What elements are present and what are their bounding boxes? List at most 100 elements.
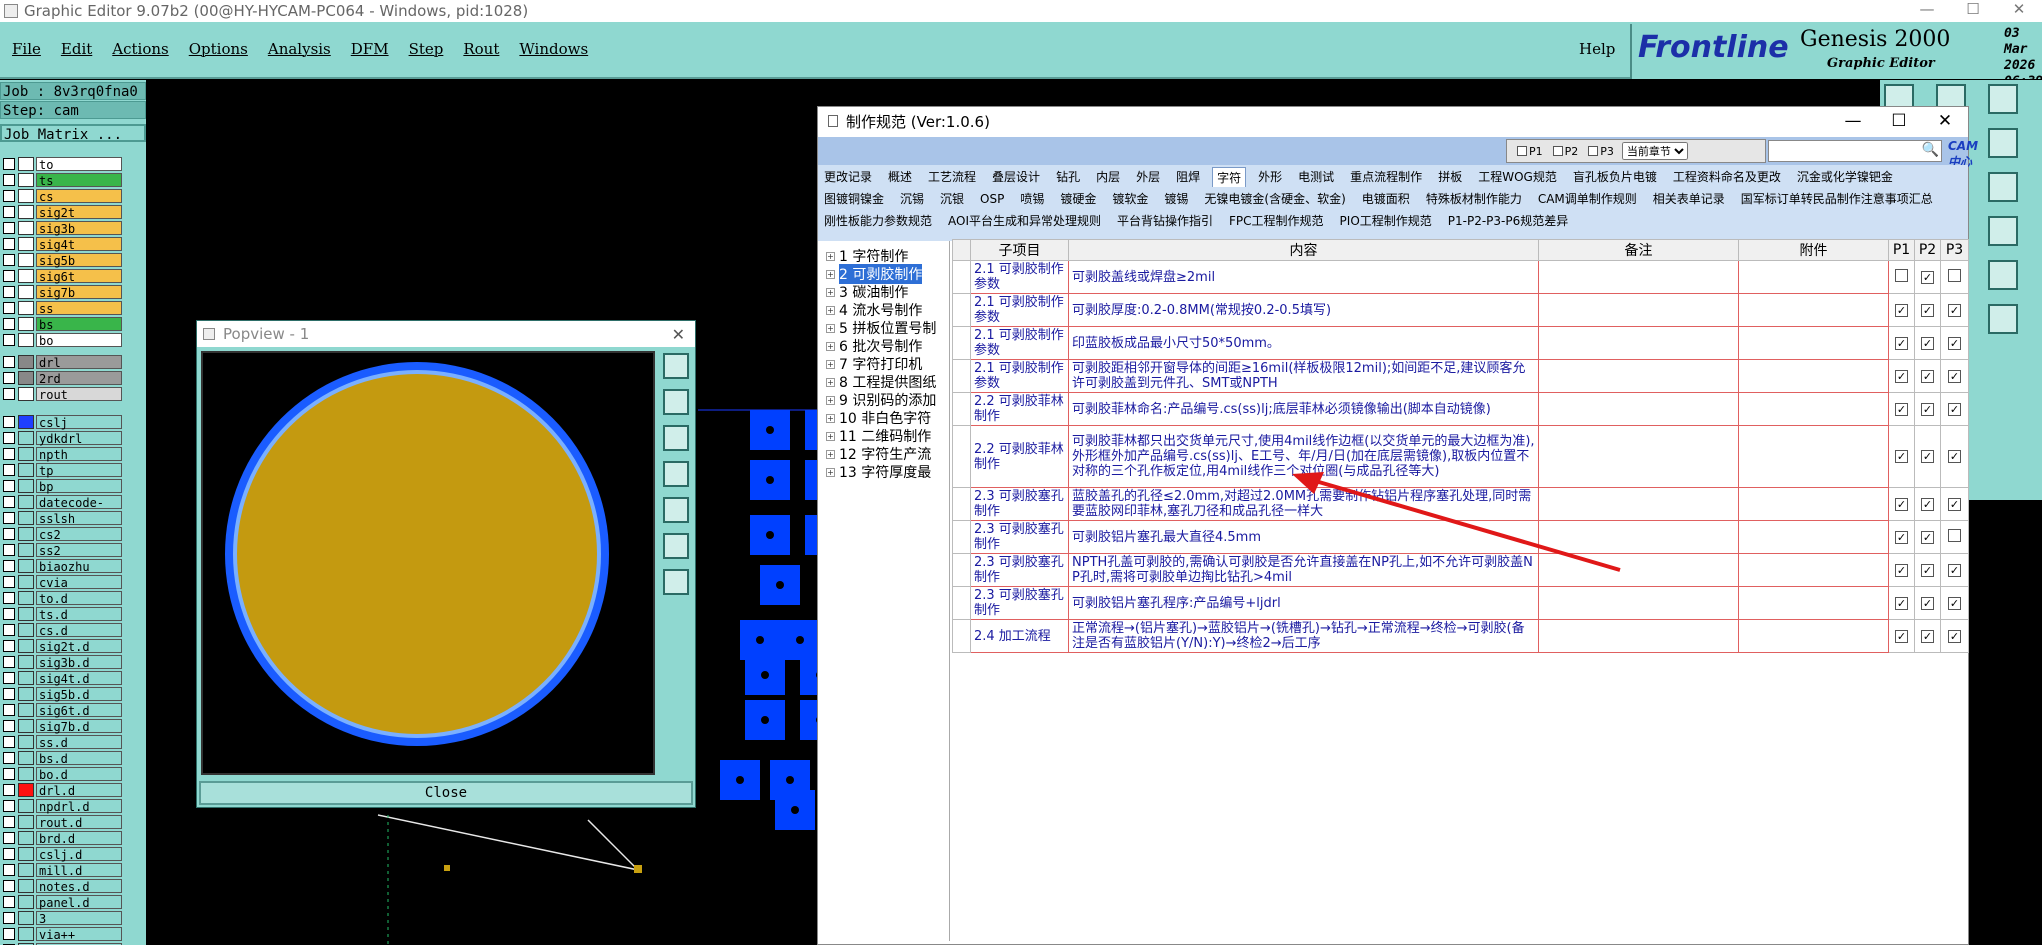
p2-checkbox[interactable]: ✓: [1921, 629, 1934, 643]
dialog-minimize-button[interactable]: —: [1830, 107, 1876, 135]
layer-row[interactable]: 3: [0, 910, 146, 926]
cell-attachment[interactable]: [1738, 520, 1889, 554]
tab-item[interactable]: 工程WOG规范: [1474, 167, 1561, 187]
p2-checkbox[interactable]: ✓: [1921, 270, 1934, 284]
expand-icon[interactable]: +: [826, 395, 835, 405]
popview-close-icon[interactable]: ✕: [672, 325, 685, 344]
layer-checkbox[interactable]: [3, 880, 15, 892]
layer-checkbox[interactable]: [3, 896, 15, 908]
layer-name[interactable]: cs: [36, 189, 122, 204]
tree-node[interactable]: +4 流水号制作: [826, 301, 922, 319]
layer-row[interactable]: to: [0, 156, 146, 172]
p2-checkbox[interactable]: ✓: [1921, 530, 1934, 544]
layer-color-swatch[interactable]: [18, 863, 34, 877]
layer-checkbox[interactable]: [3, 864, 15, 876]
tab-item[interactable]: CAM调单制作规则: [1534, 189, 1641, 209]
home-icon[interactable]: [1988, 84, 2018, 114]
layer-checkbox[interactable]: [3, 356, 15, 368]
cell-remark[interactable]: [1538, 359, 1739, 393]
p1-checkbox[interactable]: ✓: [1895, 497, 1908, 511]
expand-icon[interactable]: +: [826, 431, 835, 441]
layer-name[interactable]: via++: [36, 927, 122, 942]
p2-checkbox[interactable]: ✓: [1921, 402, 1934, 416]
zoom-in-icon[interactable]: [663, 353, 689, 379]
layer-row[interactable]: brd.d: [0, 830, 146, 846]
layer-checkbox[interactable]: [3, 302, 15, 314]
col-content[interactable]: 内容: [1068, 239, 1539, 261]
fullscreen-icon[interactable]: [663, 569, 689, 595]
layer-color-swatch[interactable]: [18, 671, 34, 685]
layer-name[interactable]: npth: [36, 447, 122, 462]
menu-options[interactable]: Options: [189, 40, 248, 58]
row-header[interactable]: [952, 359, 971, 393]
layer-name[interactable]: sig5b: [36, 253, 122, 268]
layer-name[interactable]: rout.d: [36, 815, 122, 830]
table-row[interactable]: 2.1 可剥胶制作参数 可剥胶厚度:0.2-0.8MM(常规按0.2-0.5填写)…: [952, 293, 1969, 327]
expand-icon[interactable]: +: [826, 251, 835, 261]
layer-name[interactable]: bs.d: [36, 751, 122, 766]
measure-icon[interactable]: [1988, 172, 2018, 202]
layer-row[interactable]: bs: [0, 316, 146, 332]
layer-row[interactable]: npdrl.d: [0, 798, 146, 814]
layer-checkbox[interactable]: [3, 190, 15, 202]
layer-color-swatch[interactable]: [18, 639, 34, 653]
layer-checkbox[interactable]: [3, 560, 15, 572]
p1-checkbox[interactable]: [1895, 268, 1908, 282]
layer-checkbox[interactable]: [3, 448, 15, 460]
layer-name[interactable]: to: [36, 157, 122, 172]
layer-color-swatch[interactable]: [18, 847, 34, 861]
layer-row[interactable]: cs2: [0, 526, 146, 542]
expand-icon[interactable]: +: [826, 323, 835, 333]
p1-checkbox[interactable]: ✓: [1895, 450, 1908, 463]
p2-checkbox[interactable]: ✓: [1921, 497, 1934, 511]
layer-color-swatch[interactable]: [18, 783, 34, 797]
prev-icon[interactable]: [663, 497, 689, 523]
close-window-button[interactable]: ✕: [1996, 0, 2042, 22]
tree-node[interactable]: +12 字符生产流: [826, 445, 931, 463]
layer-row[interactable]: sig2t.d: [0, 638, 146, 654]
tab-item[interactable]: 沉银: [936, 189, 968, 209]
layer-checkbox[interactable]: [3, 752, 15, 764]
layer-name[interactable]: cs.d: [36, 623, 122, 638]
layer-row[interactable]: ss2: [0, 542, 146, 558]
layer-name[interactable]: panel.d: [36, 895, 122, 910]
p3-checkbox[interactable]: ✓: [1948, 336, 1961, 350]
layer-color-swatch[interactable]: [18, 799, 34, 813]
tree-node[interactable]: +2 可剥胶制作: [826, 264, 923, 284]
layer-checkbox[interactable]: [3, 270, 15, 282]
layer-name[interactable]: brd.d: [36, 831, 122, 846]
layer-name[interactable]: sig6t.d: [36, 703, 122, 718]
layer-color-swatch[interactable]: [18, 285, 34, 299]
menu-analysis[interactable]: Analysis: [268, 40, 331, 58]
p1-checkbox[interactable]: ✓: [1895, 629, 1908, 643]
layer-row[interactable]: sig5b: [0, 252, 146, 268]
cell-remark[interactable]: [1538, 392, 1739, 426]
layer-checkbox[interactable]: [3, 640, 15, 652]
layer-checkbox[interactable]: [3, 592, 15, 604]
layer-checkbox[interactable]: [3, 334, 15, 346]
layer-row[interactable]: sig5b.d: [0, 686, 146, 702]
layer-row[interactable]: tp: [0, 462, 146, 478]
search-input[interactable]: 🔍: [1768, 140, 1942, 162]
tab-item[interactable]: 平台背钻操作指引: [1113, 211, 1217, 231]
expand-icon[interactable]: +: [826, 269, 835, 279]
expand-icon[interactable]: +: [826, 413, 835, 423]
layer-checkbox[interactable]: [3, 388, 15, 400]
layer-row[interactable]: rout.d: [0, 814, 146, 830]
p2-checkbox[interactable]: ✓: [1921, 596, 1934, 610]
layer-color-swatch[interactable]: [18, 173, 34, 187]
layer-row[interactable]: panel.d: [0, 894, 146, 910]
layer-color-swatch[interactable]: [18, 895, 34, 909]
p3-checkbox[interactable]: ✓: [1948, 402, 1961, 416]
expand-icon[interactable]: +: [826, 305, 835, 315]
layer-checkbox[interactable]: [3, 704, 15, 716]
layer-row[interactable]: via++: [0, 926, 146, 942]
tab-item[interactable]: 镀硬金: [1056, 189, 1100, 209]
layer-color-swatch[interactable]: [18, 815, 34, 829]
layer-name[interactable]: datecode-pbe: [36, 495, 122, 524]
layer-checkbox[interactable]: [3, 736, 15, 748]
tab-item[interactable]: 沉金或化学镍钯金: [1793, 167, 1897, 187]
p2-checkbox[interactable]: ✓: [1921, 303, 1934, 317]
layer-color-swatch[interactable]: [18, 751, 34, 765]
layer-row[interactable]: sig3b: [0, 220, 146, 236]
